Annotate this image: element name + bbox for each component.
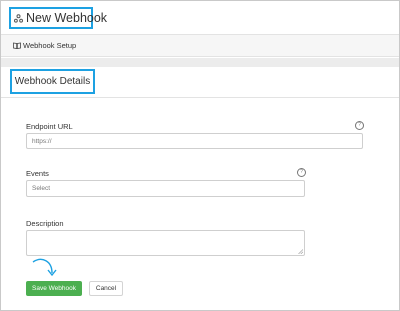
help-icon[interactable]: ?: [355, 121, 364, 130]
divider-band: [1, 58, 399, 67]
endpoint-url-label: Endpoint URL: [26, 122, 73, 131]
subnav-bar: Webhook Setup: [1, 35, 399, 57]
window-frame: New Webhook Webhook Setup Webhook Detail…: [0, 0, 400, 311]
events-label: Events: [26, 169, 49, 178]
events-select[interactable]: Select: [26, 180, 305, 197]
page-title: New Webhook: [26, 11, 108, 25]
description-label: Description: [26, 219, 64, 228]
pointer-arrow-icon: [32, 258, 57, 277]
resize-grip-icon[interactable]: [298, 249, 304, 255]
tab-webhook-setup[interactable]: Webhook Setup: [23, 41, 76, 50]
description-textarea[interactable]: [26, 230, 305, 256]
cancel-button[interactable]: Cancel: [89, 281, 123, 296]
endpoint-url-placeholder: https://: [32, 137, 52, 145]
section-title: Webhook Details: [14, 76, 91, 87]
help-icon[interactable]: ?: [297, 168, 306, 177]
events-select-value: Select: [32, 185, 51, 192]
page-header: New Webhook: [1, 1, 399, 35]
book-icon: [13, 42, 21, 49]
endpoint-url-input[interactable]: https://: [26, 133, 363, 149]
title-highlight: New Webhook: [9, 7, 107, 29]
save-webhook-button[interactable]: Save Webhook: [26, 281, 82, 296]
webhook-icon: [14, 13, 23, 23]
section-highlight: Webhook Details: [10, 69, 95, 94]
